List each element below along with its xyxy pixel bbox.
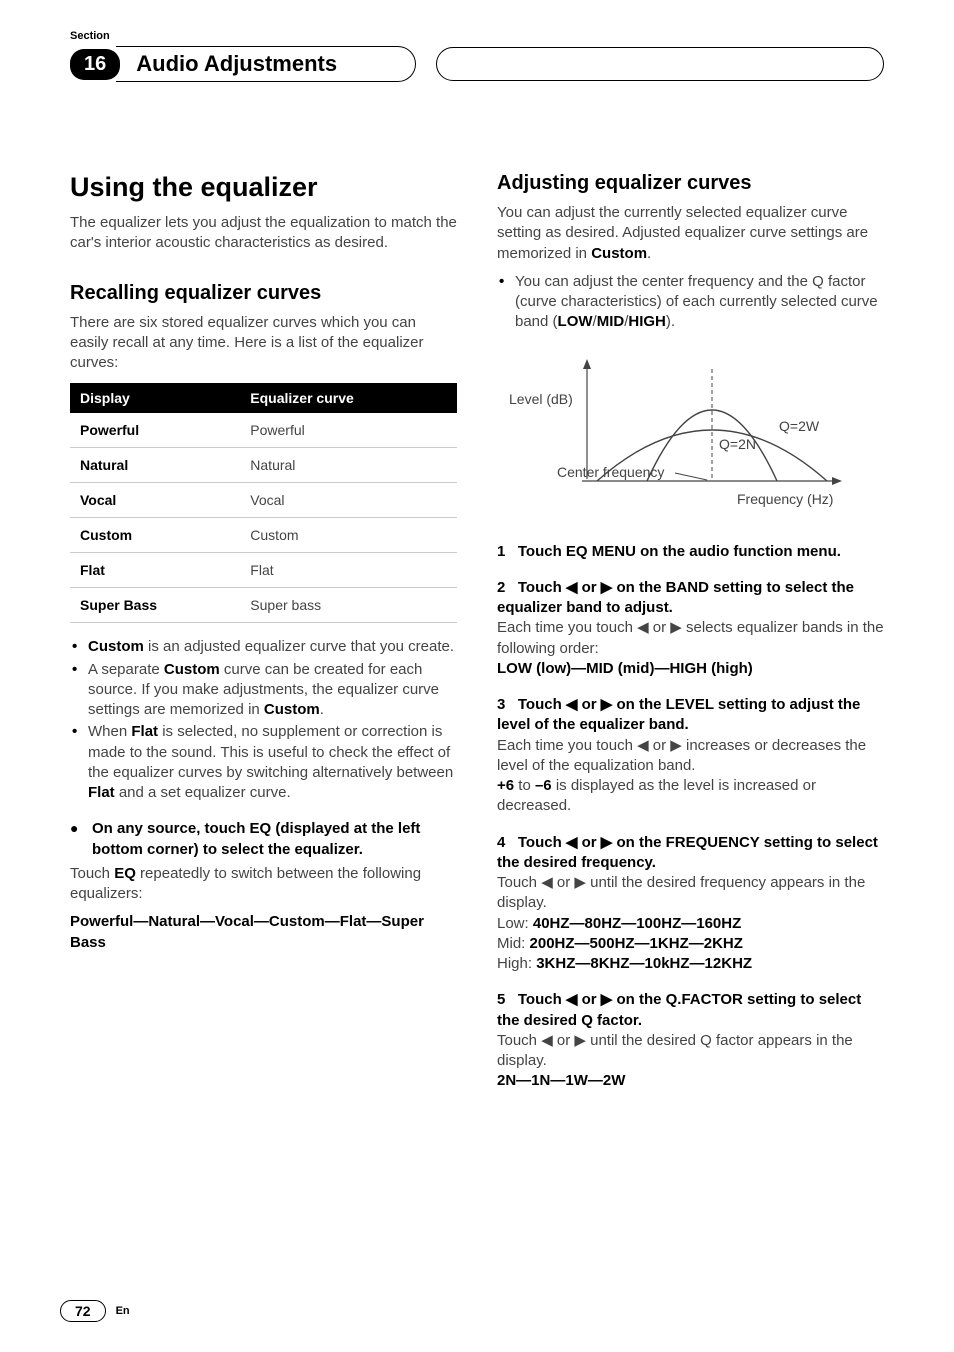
step-4: 4 Touch ◀ or ▶ on the FREQUENCY setting … xyxy=(497,833,884,975)
diagram-level-label: Level (dB) xyxy=(509,391,573,407)
heading-using-equalizer: Using the equalizer xyxy=(70,172,457,203)
left-column: Using the equalizer The equalizer lets y… xyxy=(70,172,457,1092)
list-item: When Flat is selected, no supplement or … xyxy=(70,722,457,803)
table-row: CustomCustom xyxy=(70,518,457,553)
list-item: You can adjust the center frequency and … xyxy=(497,272,884,333)
header-title-group: 16 Audio Adjustments xyxy=(70,46,416,82)
heading-recalling-curves: Recalling equalizer curves xyxy=(70,282,457,305)
page-number: 72 xyxy=(60,1300,106,1322)
table-row: VocalVocal xyxy=(70,483,457,518)
page-title: Audio Adjustments xyxy=(116,46,416,82)
recall-intro: There are six stored equalizer curves wh… xyxy=(70,313,457,374)
table-row: Super BassSuper bass xyxy=(70,588,457,623)
table-row: PowerfulPowerful xyxy=(70,413,457,448)
adjust-notes: You can adjust the center frequency and … xyxy=(497,272,884,333)
page-header: 16 Audio Adjustments xyxy=(70,46,884,82)
th-display: Display xyxy=(70,383,240,413)
diagram-center-label: Center frequency xyxy=(557,464,664,480)
heading-adjusting-curves: Adjusting equalizer curves xyxy=(497,172,884,195)
step-3: 3 Touch ◀ or ▶ on the LEVEL setting to a… xyxy=(497,695,884,817)
step-5: 5 Touch ◀ or ▶ on the Q.FACTOR setting t… xyxy=(497,990,884,1091)
q-factor-diagram: Level (dB) Q=2N Q=2W Center frequency Fr… xyxy=(497,349,884,524)
eq-order: Powerful—Natural—Vocal—Custom—Flat—Super… xyxy=(70,912,457,953)
language-code: En xyxy=(116,1305,130,1317)
section-number-badge: 16 xyxy=(70,49,120,80)
diagram-q2n-label: Q=2N xyxy=(719,436,756,452)
diagram-q2w-label: Q=2W xyxy=(779,418,820,434)
instruction-main: On any source, touch EQ (displayed at th… xyxy=(70,819,457,860)
notes-list: Custom is an adjusted equalizer curve th… xyxy=(70,637,457,803)
right-column: Adjusting equalizer curves You can adjus… xyxy=(497,172,884,1092)
list-item: Custom is an adjusted equalizer curve th… xyxy=(70,637,457,657)
intro-paragraph: The equalizer lets you adjust the equali… xyxy=(70,213,457,254)
list-item: A separate Custom curve can be created f… xyxy=(70,660,457,721)
page-footer: 72 En xyxy=(60,1300,130,1322)
step-2: 2 Touch ◀ or ▶ on the BAND setting to se… xyxy=(497,578,884,679)
equalizer-curve-table: Display Equalizer curve PowerfulPowerful… xyxy=(70,383,457,623)
section-label: Section xyxy=(70,30,884,42)
diagram-freq-label: Frequency (Hz) xyxy=(737,491,833,507)
step-1: 1 Touch EQ MENU on the audio function me… xyxy=(497,542,884,562)
header-empty-pill xyxy=(436,47,884,81)
eq-repeat-instruction: Touch EQ repeatedly to switch between th… xyxy=(70,864,457,905)
adjust-intro: You can adjust the currently selected eq… xyxy=(497,203,884,264)
table-row: NaturalNatural xyxy=(70,448,457,483)
th-curve: Equalizer curve xyxy=(240,383,457,413)
table-row: FlatFlat xyxy=(70,553,457,588)
